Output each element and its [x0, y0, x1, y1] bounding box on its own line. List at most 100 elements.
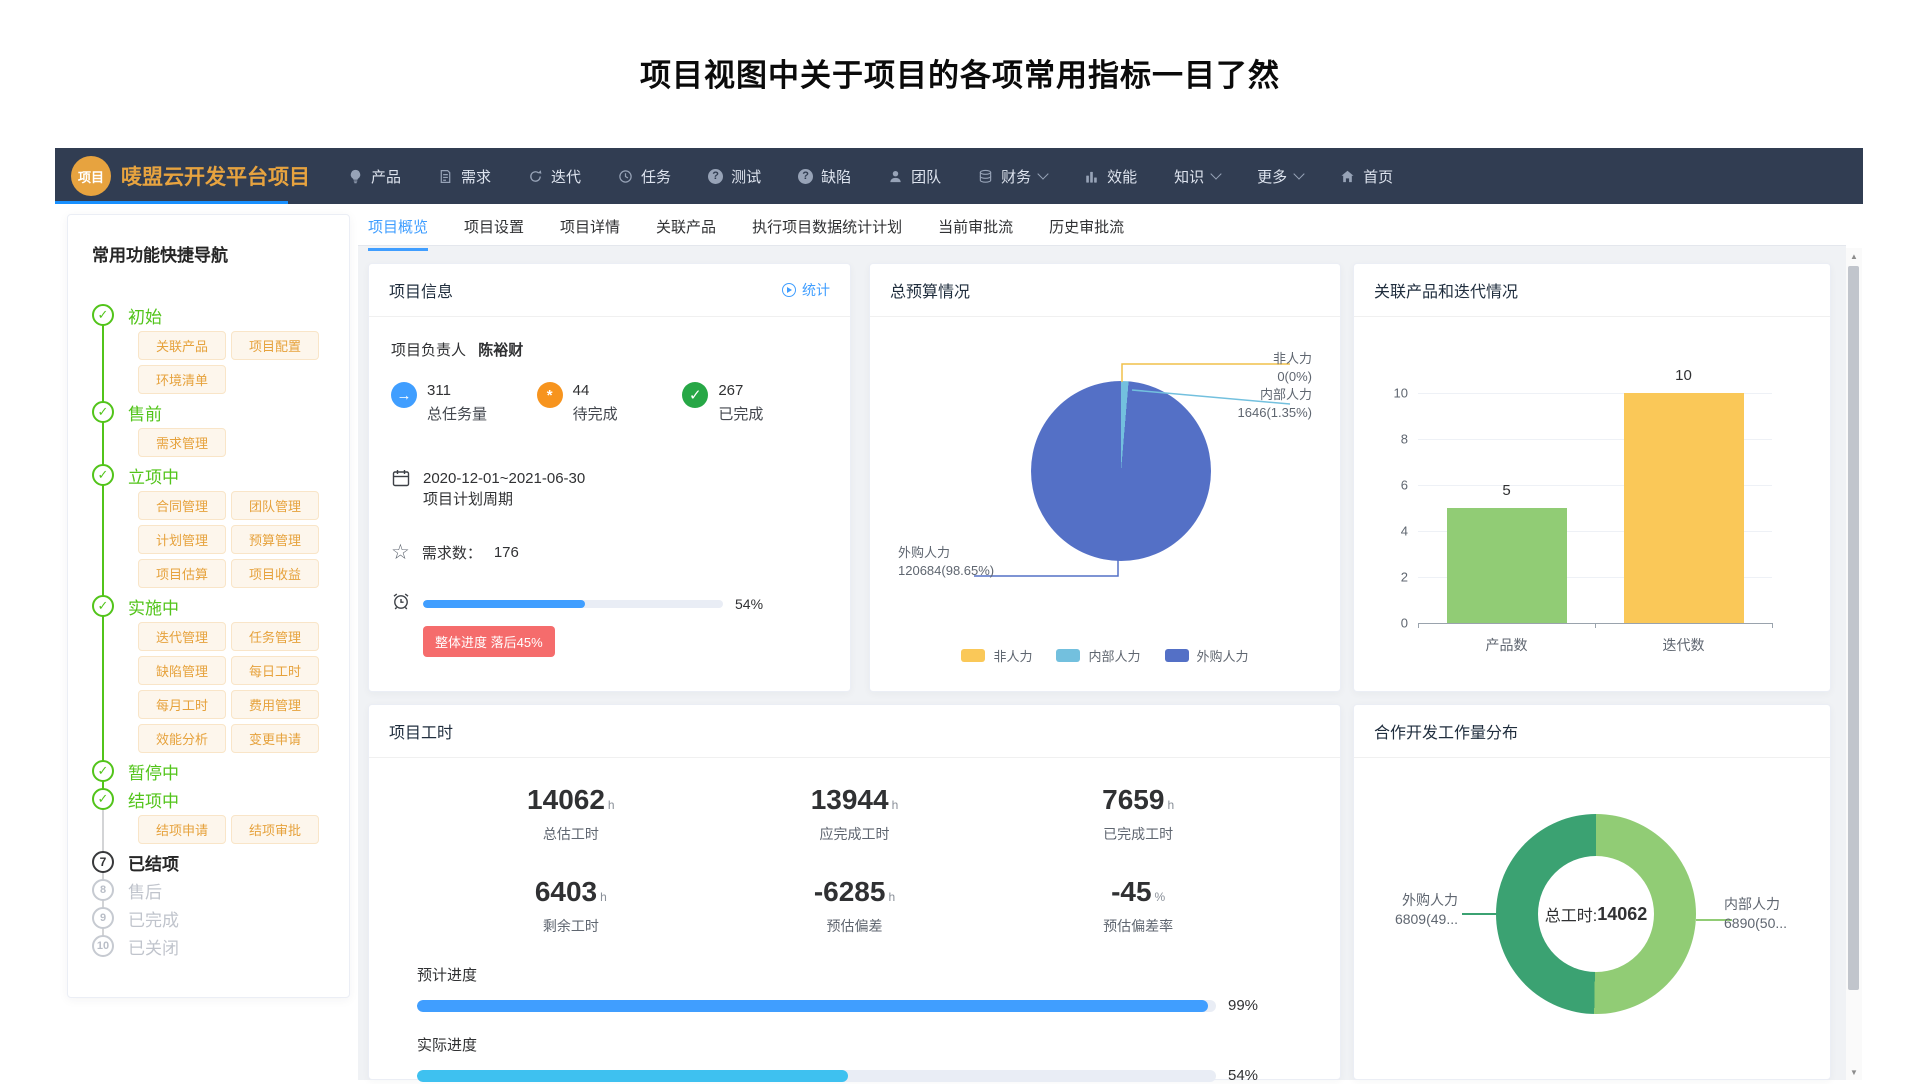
quick-action-button[interactable]: 任务管理 [231, 622, 319, 651]
stat-value: 6403h [429, 876, 713, 908]
nav-item-requirement[interactable]: 需求 [438, 166, 491, 187]
quick-action-button[interactable]: 费用管理 [231, 690, 319, 719]
stat-value: 14062h [429, 784, 713, 816]
nav-item-home[interactable]: 首页 [1340, 166, 1393, 187]
card-title: 项目工时 [389, 719, 453, 743]
stage-label[interactable]: 售前 [128, 400, 162, 425]
stage-label[interactable]: 初始 [128, 303, 162, 328]
quick-action-button[interactable]: 需求管理 [138, 428, 226, 457]
nav-item-test[interactable]: ? 测试 [708, 166, 761, 187]
quick-action-button[interactable]: 团队管理 [231, 491, 319, 520]
tab-data-statistics-plan[interactable]: 执行项目数据统计计划 [752, 216, 902, 251]
nav-item-label: 缺陷 [821, 166, 851, 187]
nav-item-task[interactable]: 任务 [618, 166, 671, 187]
stat-value: 13944h [713, 784, 997, 816]
stage-quick-buttons: 需求管理 [138, 428, 337, 457]
quick-action-button[interactable]: 效能分析 [138, 724, 226, 753]
donut-callout-line-left [1462, 913, 1496, 915]
stage-label[interactable]: 已结项 [128, 850, 179, 875]
project-tabs: 项目概览 项目设置 项目详情 关联产品 执行项目数据统计计划 当前审批流 历史审… [368, 216, 1124, 251]
owner-name: 陈裕财 [478, 342, 523, 359]
legend-swatch [1165, 649, 1189, 662]
quick-action-button[interactable]: 缺陷管理 [138, 656, 226, 685]
stat-value: 311 [427, 382, 487, 399]
stage-label[interactable]: 结项中 [128, 787, 179, 812]
nav-item-team[interactable]: 团队 [888, 166, 941, 187]
stage-label[interactable]: 售后 [128, 878, 162, 903]
work-hour-stat: 7659h已完成工时 [996, 784, 1280, 844]
quick-action-button[interactable]: 结项审批 [231, 815, 319, 844]
quick-action-button[interactable]: 每月工时 [138, 690, 226, 719]
stage-label[interactable]: 已完成 [128, 906, 179, 931]
stage-quick-buttons: 结项申请结项审批 [138, 815, 337, 844]
chevron-down-icon [1294, 168, 1305, 179]
stage-number-icon: 8 [92, 879, 114, 901]
tab-current-approval-flow[interactable]: 当前审批流 [938, 216, 1013, 251]
tab-project-settings[interactable]: 项目设置 [464, 216, 524, 251]
stage-label[interactable]: 暂停中 [128, 759, 179, 784]
tab-project-overview[interactable]: 项目概览 [368, 216, 428, 251]
quick-action-button[interactable]: 结项申请 [138, 815, 226, 844]
nav-item-iteration[interactable]: 迭代 [528, 166, 581, 187]
nav-item-more[interactable]: 更多 [1257, 166, 1303, 187]
chevron-down-icon [1210, 168, 1221, 179]
quick-action-button[interactable]: 环境清单 [138, 365, 226, 394]
donut-center-label: 总工时:14062 [1496, 814, 1696, 1014]
requirement-label: 需求数： [422, 542, 482, 563]
nav-item-finance[interactable]: 财务 [978, 166, 1047, 187]
pending-circle-icon: * [537, 382, 563, 408]
nav-item-efficiency[interactable]: 效能 [1084, 166, 1137, 187]
legend-item[interactable]: 非人力 [961, 646, 1032, 665]
quick-action-button[interactable]: 每日工时 [231, 656, 319, 685]
quick-action-button[interactable]: 变更申请 [231, 724, 319, 753]
project-period: 2020-12-01~2021-06-30 项目计划周期 [391, 468, 828, 510]
scroll-up-arrow[interactable]: ▲ [1846, 248, 1862, 264]
quick-action-button[interactable]: 项目估算 [138, 559, 226, 588]
pie-callout-name: 内部人力 [1238, 386, 1312, 404]
quick-action-button[interactable]: 关联产品 [138, 331, 226, 360]
pie-legend: 非人力 内部人力 外购人力 [870, 646, 1340, 665]
nav-item-knowledge[interactable]: 知识 [1174, 166, 1220, 187]
statistics-link[interactable]: 统计 [782, 280, 830, 300]
x-axis-tick-mark [1772, 623, 1773, 628]
tab-related-products[interactable]: 关联产品 [656, 216, 716, 251]
question-circle-icon: ? [798, 169, 813, 184]
quick-action-button[interactable]: 项目收益 [231, 559, 319, 588]
stat-label: 已完成 [718, 403, 763, 424]
nav-item-defect[interactable]: ? 缺陷 [798, 166, 851, 187]
legend-item[interactable]: 内部人力 [1056, 646, 1140, 665]
nav-item-label: 测试 [731, 166, 761, 187]
tab-project-detail[interactable]: 项目详情 [560, 216, 620, 251]
bar-chart: 02468105产品数10迭代数 [1354, 264, 1830, 691]
bar-产品数 [1447, 508, 1567, 623]
stat-label: 应完成工时 [713, 824, 997, 844]
y-axis-tick-label: 8 [1382, 432, 1408, 447]
quick-action-button[interactable]: 计划管理 [138, 525, 226, 554]
stat-label: 预估偏差率 [996, 916, 1280, 936]
quick-action-button[interactable]: 项目配置 [231, 331, 319, 360]
stat-done-tasks: ✓ 267 已完成 [682, 382, 828, 424]
quick-action-button[interactable]: 预算管理 [231, 525, 319, 554]
quick-action-button[interactable]: 合同管理 [138, 491, 226, 520]
stage-number-icon: 9 [92, 907, 114, 929]
nav-item-product[interactable]: 产品 [348, 166, 401, 187]
donut-label-right: 内部人力 6890(50... [1724, 895, 1812, 933]
quick-action-button[interactable]: 迭代管理 [138, 622, 226, 651]
stage-check-icon: ✓ [92, 464, 114, 486]
stage-label[interactable]: 实施中 [128, 594, 179, 619]
scroll-down-arrow[interactable]: ▼ [1846, 1064, 1862, 1080]
nav-item-label: 任务 [641, 166, 671, 187]
person-icon [888, 169, 903, 184]
stage-label[interactable]: 已关闭 [128, 934, 179, 959]
work-hour-stat: 6403h剩余工时 [429, 876, 713, 936]
delay-badge: 整体进度 落后45% [423, 626, 555, 657]
stat-label: 预估偏差 [713, 916, 997, 936]
quick-nav-sidebar: 常用功能快捷导航 ✓初始关联产品项目配置环境清单✓售前需求管理✓立项中合同管理团… [67, 214, 350, 998]
pie-label-left: 外购人力120684(98.65%) [898, 544, 994, 580]
tab-history-approval-flow[interactable]: 历史审批流 [1049, 216, 1124, 251]
legend-item[interactable]: 外购人力 [1165, 646, 1249, 665]
nav-item-label: 首页 [1363, 166, 1393, 187]
project-info-card: 项目信息 统计 项目负责人 陈裕财 → 311 总任务量 * 44 待完成 [368, 263, 851, 692]
stage-label[interactable]: 立项中 [128, 463, 179, 488]
scrollbar-thumb[interactable] [1848, 266, 1859, 990]
